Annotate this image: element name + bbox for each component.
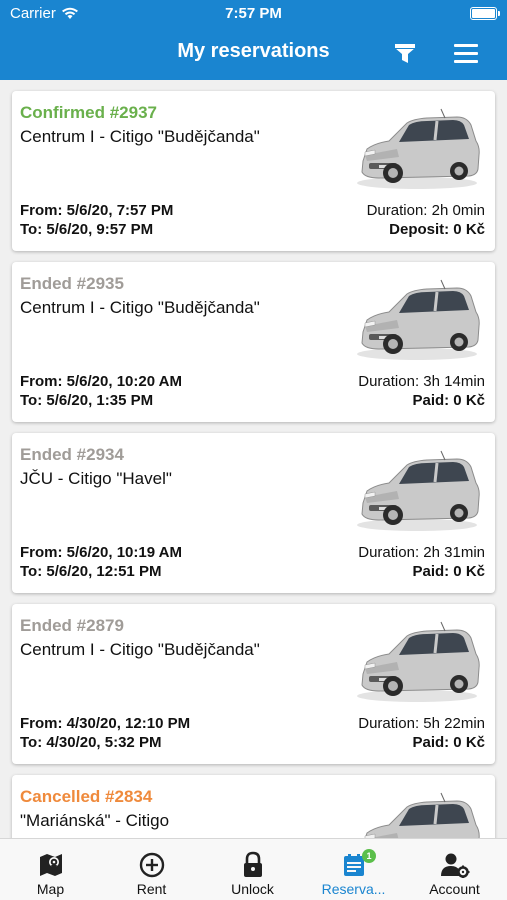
reservation-times: From: 5/6/20, 10:19 AM To: 5/6/20, 12:51… <box>20 543 182 581</box>
reservation-location: Centrum I - Citigo "Budějčanda" <box>20 127 260 146</box>
reservation-fee: Paid: 0 Kč <box>412 734 485 751</box>
reservation-summary: Duration: 3h 14min Paid: 0 Kč <box>358 372 485 410</box>
reservation-card[interactable]: Ended #2934 JČU - Citigo "Havel" From: 5… <box>12 433 495 593</box>
tab-account[interactable]: Account <box>404 839 505 900</box>
tab-label: Unlock <box>231 881 274 897</box>
tab-reservations[interactable]: 1 Reserva... <box>303 839 404 900</box>
reservation-card[interactable]: Confirmed #2937 Centrum I - Citigo "Budě… <box>12 91 495 251</box>
reservation-summary: Duration: 2h 0min Deposit: 0 Kč <box>367 201 485 239</box>
reservation-status: Ended #2934 <box>20 445 124 464</box>
car-image <box>355 791 481 838</box>
reservation-times: From: 4/30/20, 12:10 PM To: 4/30/20, 5:3… <box>20 714 190 752</box>
reservation-location: Centrum I - Citigo "Budějčanda" <box>20 298 260 317</box>
reservation-fee: Paid: 0 Kč <box>412 392 485 409</box>
tab-map[interactable]: Map <box>0 839 101 900</box>
reservation-from: From: 4/30/20, 12:10 PM <box>20 715 191 732</box>
reservation-duration: Duration: 2h 31min <box>358 544 485 561</box>
status-time: 7:57 PM <box>225 5 282 22</box>
tab-label: Rent <box>136 881 167 897</box>
reservation-to: To: 5/6/20, 1:35 PM <box>20 392 154 409</box>
tab-label: Map <box>36 881 65 897</box>
reservation-to: To: 5/6/20, 9:57 PM <box>20 221 154 238</box>
reservation-to: To: 5/6/20, 12:51 PM <box>20 563 162 580</box>
padlock-icon <box>238 851 268 879</box>
map-icon <box>36 851 66 879</box>
car-image <box>355 278 481 362</box>
reservation-status: Ended #2935 <box>20 274 124 293</box>
car-image <box>355 620 481 704</box>
menu-button[interactable] <box>454 40 482 66</box>
tab-rent[interactable]: Rent <box>101 839 202 900</box>
reservation-duration: Duration: 2h 0min <box>366 202 485 219</box>
reservation-card[interactable]: Ended #2935 Centrum I - Citigo "Budějčan… <box>12 262 495 422</box>
reservation-times: From: 5/6/20, 7:57 PM To: 5/6/20, 9:57 P… <box>20 201 173 239</box>
reservation-from: From: 5/6/20, 10:19 AM <box>20 544 183 561</box>
tab-bar: Map Rent Unlock 1 Reserva... Account <box>0 838 507 900</box>
notification-badge: 1 <box>362 849 376 863</box>
car-image <box>355 449 481 533</box>
reservation-location: Centrum I - Citigo "Budějčanda" <box>20 640 260 659</box>
reservation-fee: Deposit: 0 Kč <box>389 221 485 238</box>
reservation-fee: Paid: 0 Kč <box>412 563 485 580</box>
page-title: My reservations <box>177 40 330 62</box>
reservation-summary: Duration: 5h 22min Paid: 0 Kč <box>358 714 485 752</box>
status-bar: Carrier 7:57 PM <box>0 0 507 28</box>
reservation-duration: Duration: 3h 14min <box>358 373 485 390</box>
battery-icon <box>470 7 500 20</box>
reservation-status: Confirmed #2937 <box>20 103 157 122</box>
reservations-list-icon: 1 <box>339 849 376 879</box>
reservation-duration: Duration: 5h 22min <box>358 715 485 732</box>
hamburger-menu-icon <box>454 43 478 47</box>
app-header: Carrier 7:57 PM My reservations <box>0 0 507 80</box>
plus-circle-icon <box>137 851 167 879</box>
tab-label: Reserva... <box>321 881 386 897</box>
reservation-status: Cancelled #2834 <box>20 787 153 806</box>
reservation-status: Ended #2879 <box>20 616 124 635</box>
reservation-from: From: 5/6/20, 7:57 PM <box>20 202 174 219</box>
filter-button[interactable] <box>392 40 418 66</box>
tab-label: Account <box>429 881 480 897</box>
filter-icon <box>395 44 415 63</box>
reservation-times: From: 5/6/20, 10:20 AM To: 5/6/20, 1:35 … <box>20 372 182 410</box>
reservation-location: "Mariánská" - Citigo <box>20 811 170 830</box>
reservation-card[interactable]: Cancelled #2834 "Mariánská" - Citigo <box>12 775 495 838</box>
reservation-list[interactable]: Confirmed #2937 Centrum I - Citigo "Budě… <box>0 80 507 838</box>
tab-unlock[interactable]: Unlock <box>202 839 303 900</box>
reservation-card[interactable]: Ended #2879 Centrum I - Citigo "Budějčan… <box>12 604 495 764</box>
reservation-summary: Duration: 2h 31min Paid: 0 Kč <box>358 543 485 581</box>
reservation-to: To: 4/30/20, 5:32 PM <box>20 734 162 751</box>
reservation-location: JČU - Citigo "Havel" <box>20 469 172 488</box>
account-settings-icon <box>440 851 470 879</box>
car-image <box>355 107 481 191</box>
reservation-from: From: 5/6/20, 10:20 AM <box>20 373 183 390</box>
